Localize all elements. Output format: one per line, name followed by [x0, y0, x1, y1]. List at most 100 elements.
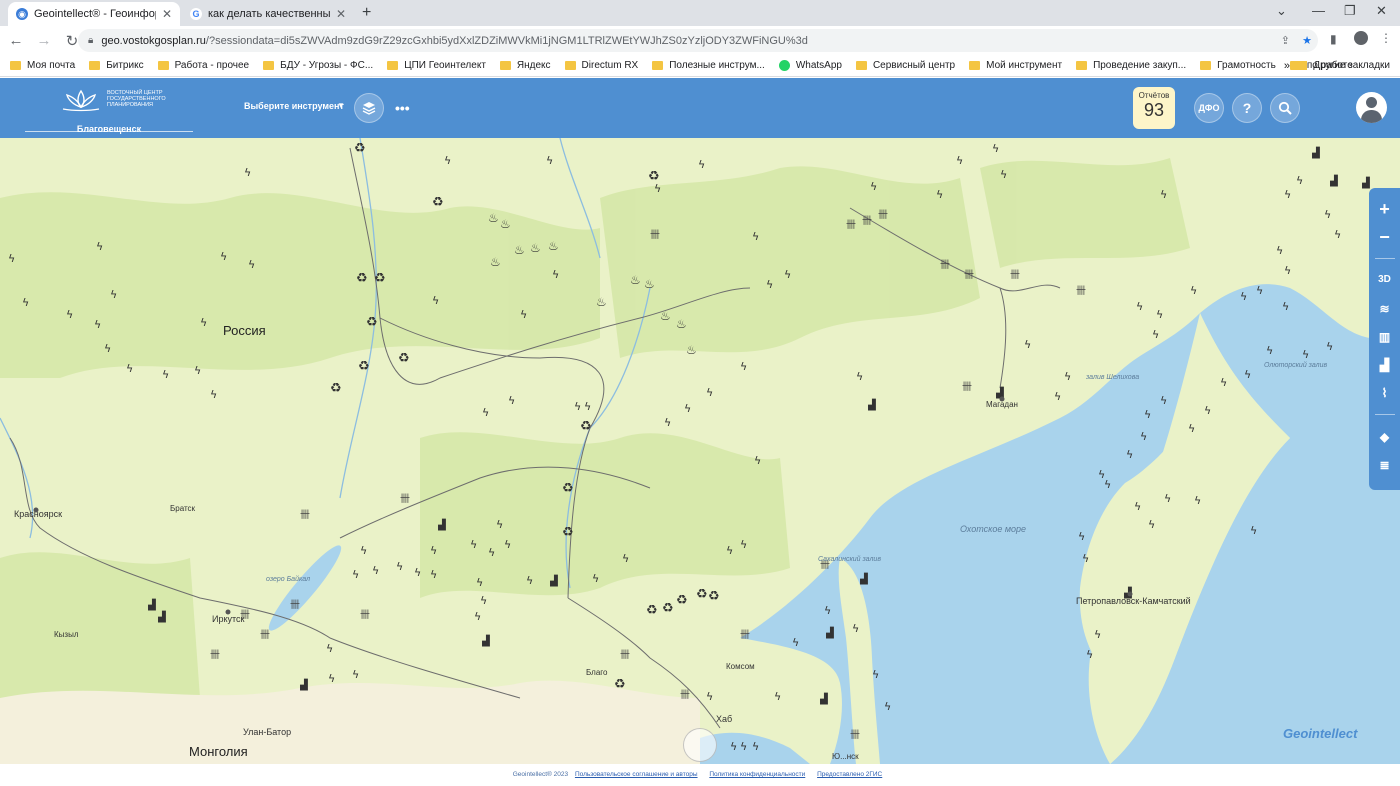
menu-icon[interactable]: ⋮: [1380, 31, 1392, 45]
other-bookmarks[interactable]: Другие закладки: [1296, 60, 1390, 71]
bookmark-item[interactable]: Сервисный центр: [855, 60, 955, 71]
back-icon[interactable]: ←: [4, 32, 28, 49]
lightning-icon: ϟ: [504, 538, 511, 551]
recycle-icon: ♻: [354, 141, 366, 156]
bookmark-item[interactable]: Directum RX: [564, 60, 639, 71]
bookmark-item[interactable]: Мой инструмент: [969, 60, 1062, 71]
footer-privacy-link[interactable]: Политика конфиденциальности: [709, 771, 805, 778]
label-baikal: озеро Байкал: [266, 576, 311, 583]
3d-button[interactable]: 3D: [1369, 266, 1400, 292]
reports-counter[interactable]: Отчётов 93: [1133, 87, 1175, 129]
lightning-icon: ϟ: [766, 278, 773, 291]
lightning-icon: ϟ: [244, 166, 251, 179]
zoom-out-button[interactable]: −: [1369, 224, 1400, 250]
lightning-icon: ϟ: [1256, 284, 1263, 297]
lightning-icon: ϟ: [872, 668, 879, 681]
search-button[interactable]: [1270, 93, 1300, 123]
browser-tab-search[interactable]: G как делать качественные сним ✕: [182, 2, 354, 26]
footer: Geointellect® 2023 Пользовательское согл…: [0, 764, 1400, 786]
avatar[interactable]: [1356, 92, 1387, 123]
bookmark-item[interactable]: Проведение закуп...: [1076, 60, 1186, 71]
lightning-icon: ϟ: [684, 402, 691, 415]
bookmark-item[interactable]: Полезные инструм...: [652, 60, 765, 71]
lightning-icon: ϟ: [1326, 340, 1333, 353]
recycle-icon: ♻: [708, 589, 720, 604]
star-icon[interactable]: ★: [1302, 34, 1312, 47]
folder-icon: [652, 61, 664, 70]
lightning-icon: ϟ: [476, 576, 483, 589]
bookmark-label: Грамотность: [1217, 60, 1276, 71]
layers-button[interactable]: [354, 93, 384, 123]
lightning-icon: ϟ: [8, 252, 15, 265]
bookmark-item[interactable]: БДУ - Угрозы - ФС...: [263, 60, 373, 71]
footer-agreement-link[interactable]: Пользовательское соглашение и авторы: [575, 771, 698, 778]
lightning-icon: ϟ: [1266, 344, 1273, 357]
lightning-icon: ϟ: [1194, 494, 1201, 507]
lightning-icon: ϟ: [1282, 300, 1289, 313]
factory-icon: ▟: [819, 692, 828, 705]
forward-icon[interactable]: →: [32, 32, 56, 49]
folder-icon: [387, 61, 399, 70]
pylon-icon: 卌: [1076, 285, 1086, 297]
zoom-in-button[interactable]: +: [1369, 196, 1400, 222]
bookmark-item[interactable]: Моя почта: [10, 60, 75, 71]
label-olyutor-bay: Олюторский залив: [1264, 362, 1328, 369]
recycle-icon: ♻: [366, 315, 378, 330]
close-icon[interactable]: ✕: [162, 7, 172, 21]
more-icon[interactable]: •••: [395, 100, 410, 116]
close-icon[interactable]: ✕: [336, 7, 346, 21]
address-bar[interactable]: 🔒︎ geo.vostokgosplan.ru/?sessiondata=di5…: [78, 29, 1318, 52]
restore-button[interactable]: ❐: [1344, 3, 1356, 19]
profile-icon[interactable]: [1354, 31, 1368, 45]
eraser-icon[interactable]: ◆: [1369, 424, 1400, 450]
new-tab-button[interactable]: +: [362, 4, 371, 22]
browser-tab-geointellect[interactable]: ◉ Geointellect® - Геоинформаци ✕: [8, 2, 180, 26]
lightning-icon: ϟ: [1000, 168, 1007, 181]
traffic-light-icon[interactable]: ▥: [1369, 324, 1400, 350]
bookmark-item[interactable]: Грамотность: [1200, 60, 1276, 71]
help-button[interactable]: ?: [1232, 93, 1262, 123]
bookmark-item[interactable]: Битрикс: [89, 60, 144, 71]
minimize-button[interactable]: —: [1312, 3, 1325, 18]
dfo-button[interactable]: ДФО: [1194, 93, 1224, 123]
lightning-icon: ϟ: [664, 416, 671, 429]
tab-title: Geointellect® - Геоинформаци: [34, 8, 156, 20]
pylon-icon: 卌: [878, 209, 888, 221]
close-window-button[interactable]: ✕: [1376, 3, 1387, 19]
pylon-icon: 卌: [360, 609, 370, 621]
lightning-icon: ϟ: [622, 552, 629, 565]
factory-layer-icon[interactable]: ▟: [1369, 352, 1400, 378]
map-canvas[interactable]: ϟϟϟ ϟϟϟ ϟϟϟ ϟϟϟ ϟϟϟ ϟϟϟ ϟϟϟ ϟϟϟ ϟϟϟ ϟϟϟ …: [0, 138, 1400, 764]
bookmark-label: Directum RX: [581, 60, 639, 71]
label-ulanbator: Улан-Батор: [243, 727, 292, 737]
pylon-icon: 卌: [740, 629, 750, 641]
pylon-icon: 卌: [846, 219, 856, 231]
lightning-icon: ϟ: [372, 564, 379, 577]
lightning-icon: ϟ: [430, 568, 437, 581]
lock-icon: 🔒︎: [88, 35, 94, 46]
bookmarks-overflow[interactable]: »: [1284, 60, 1290, 72]
chevron-down-icon[interactable]: ▼: [337, 101, 345, 110]
bookmark-item[interactable]: Яндекс: [499, 60, 551, 71]
share-icon[interactable]: ⇪: [1281, 34, 1290, 47]
footer-2gis-link[interactable]: Предоставлено 2ГИС: [817, 771, 882, 778]
bookmark-label: Битрикс: [106, 60, 144, 71]
folder-icon: [1296, 61, 1308, 70]
layers-icon[interactable]: ≣: [1369, 452, 1400, 478]
lightning-icon: ϟ: [326, 642, 333, 655]
lightning-icon: ϟ: [752, 740, 759, 753]
lightning-icon: ϟ: [856, 370, 863, 383]
lightning-icon: ϟ: [1240, 290, 1247, 303]
compass-control[interactable]: [683, 728, 717, 762]
bookmark-item[interactable]: WhatsApp: [778, 60, 842, 71]
label-khabarovsk: Хаб: [716, 714, 733, 724]
chart-area-icon[interactable]: ⌇: [1369, 380, 1400, 406]
pylon-icon: 卌: [210, 649, 220, 661]
wind-icon[interactable]: ≋: [1369, 296, 1400, 322]
sidepanel-icon[interactable]: ▮: [1330, 32, 1337, 46]
tab-search-icon[interactable]: ⌄: [1276, 3, 1287, 19]
bookmark-item[interactable]: Работа - прочее: [157, 60, 249, 71]
layers-icon: [362, 102, 376, 115]
bookmark-item[interactable]: ЦПИ Геоинтелект: [387, 60, 486, 71]
tool-select[interactable]: Выберите инструмент: [244, 101, 344, 111]
